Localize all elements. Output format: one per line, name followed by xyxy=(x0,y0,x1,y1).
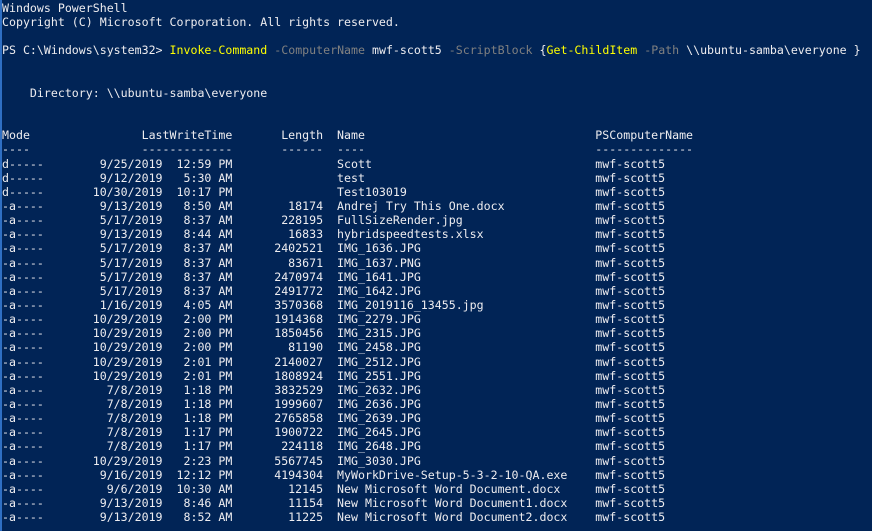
file-row: -a---- 5/17/2019 8:37 AM 2470974 IMG_164… xyxy=(2,269,666,284)
file-row: -a---- 9/13/2019 8:46 AM 11154 New Micro… xyxy=(2,495,666,510)
file-row: -a---- 9/16/2019 12:12 PM 4194304 MyWork… xyxy=(2,467,666,482)
shell-prompt: PS C:\Windows\system32> xyxy=(2,43,170,58)
directory-path-line: Directory: \\ubuntu-samba\everyone xyxy=(2,85,268,100)
file-row: d----- 9/25/2019 12:59 PM Scott mwf-scot… xyxy=(2,156,666,171)
file-row: -a---- 10/29/2019 2:01 PM 2140027 IMG_25… xyxy=(2,354,666,369)
table-header-row: Mode LastWriteTime Length Name PSCompute… xyxy=(2,128,694,143)
file-row: -a---- 7/8/2019 1:18 PM 1999607 IMG_2636… xyxy=(2,396,666,411)
file-row: -a---- 10/29/2019 2:00 PM 1914368 IMG_22… xyxy=(2,312,666,327)
command-line: PS C:\Windows\system32> Invoke-Command -… xyxy=(2,43,872,57)
banner-line-1: Windows PowerShell xyxy=(2,1,128,15)
command-segment-command: Get-ChildItem xyxy=(546,43,638,58)
banner-line-2: Copyright (C) Microsoft Corporation. All… xyxy=(2,15,400,30)
file-row: -a---- 9/13/2019 8:44 AM 16833 hybridspe… xyxy=(2,227,666,242)
file-row: -a---- 10/29/2019 2:01 PM 1808924 IMG_25… xyxy=(2,368,666,383)
file-row: -a---- 5/17/2019 8:37 AM 83671 IMG_1637.… xyxy=(2,255,666,270)
powershell-terminal[interactable]: Windows PowerShell Copyright (C) Microso… xyxy=(2,1,872,531)
file-row: -a---- 9/6/2019 10:30 AM 12145 New Micro… xyxy=(2,481,666,496)
file-row: -a---- 5/17/2019 8:37 AM 2491772 IMG_164… xyxy=(2,283,666,298)
file-row: d----- 9/12/2019 5:30 AM test mwf-scott5 xyxy=(2,170,666,185)
file-row: -a---- 7/8/2019 1:17 PM 1900722 IMG_2645… xyxy=(2,425,666,440)
command-segments: Invoke-Command -ComputerName mwf-scott5 … xyxy=(170,43,861,57)
command-segment-command: Invoke-Command xyxy=(169,43,268,58)
file-row: -a---- 9/13/2019 8:50 AM 18174 Andrej Tr… xyxy=(2,198,666,213)
file-row: -a---- 5/17/2019 8:37 AM 228195 FullSize… xyxy=(2,213,666,228)
file-row: -a---- 9/13/2019 8:52 AM 11225 New Micro… xyxy=(2,510,666,525)
command-segment-default: \\ubuntu-samba\everyone } xyxy=(679,43,861,58)
command-segment-default: mwf-scott5 xyxy=(365,43,449,58)
file-row: -a---- 10/29/2019 2:23 PM 5567745 IMG_30… xyxy=(2,453,666,468)
file-row: -a---- 7/8/2019 1:17 PM 224118 IMG_2648.… xyxy=(2,439,666,454)
command-segment-default: { xyxy=(532,43,547,58)
file-row: -a---- 1/16/2019 4:05 AM 3570368 IMG_201… xyxy=(2,297,666,312)
command-segment-parameter: -ComputerName xyxy=(274,43,365,58)
table-divider-row: ---- ------------- ------ ---- ---------… xyxy=(2,142,694,157)
file-row: -a---- 7/8/2019 1:18 PM 3832529 IMG_2632… xyxy=(2,382,666,397)
command-segment-parameter: -Path xyxy=(644,43,680,58)
window-left-edge[interactable] xyxy=(0,0,2,531)
output-table: Mode LastWriteTime Length Name PSCompute… xyxy=(2,128,872,524)
file-row: -a---- 10/29/2019 2:00 PM 1850456 IMG_23… xyxy=(2,326,666,341)
file-row: d----- 10/30/2019 10:17 PM Test103019 mw… xyxy=(2,184,666,199)
file-row: -a---- 10/29/2019 2:00 PM 81190 IMG_2458… xyxy=(2,340,666,355)
file-row: -a---- 5/17/2019 8:37 AM 2402521 IMG_163… xyxy=(2,241,666,256)
command-segment-parameter: -ScriptBlock xyxy=(448,43,533,58)
file-row: -a---- 7/8/2019 1:18 PM 2765858 IMG_2639… xyxy=(2,411,666,426)
